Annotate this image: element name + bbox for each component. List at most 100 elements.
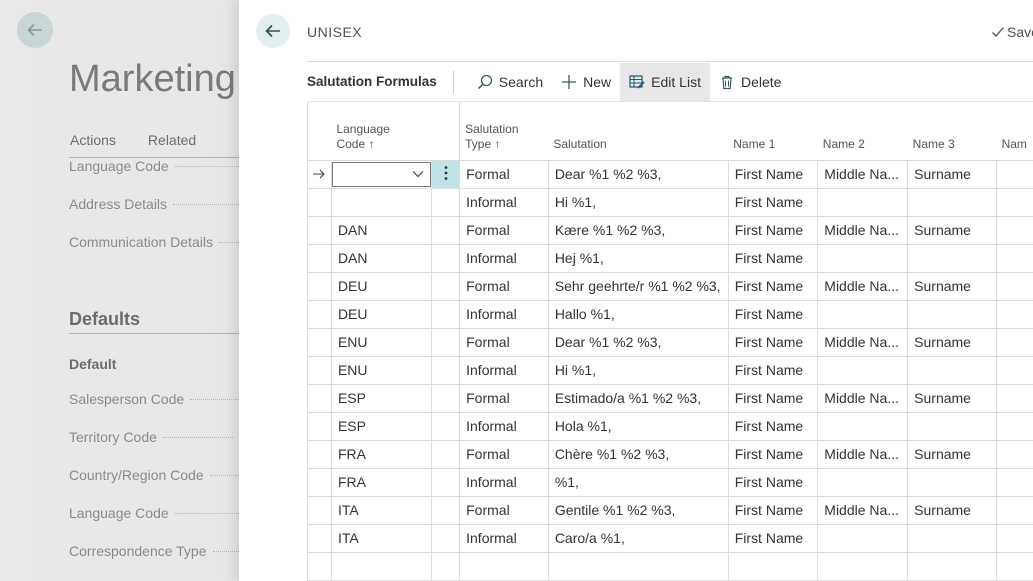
cell-salutation[interactable]: Dear %1 %2 %3, — [547, 159, 729, 188]
table-row[interactable]: FRA Formal Chère %1 %2 %3, First Name Mi… — [307, 439, 1033, 468]
cell-salutation-type[interactable]: Formal — [459, 383, 549, 412]
cell-menu[interactable] — [430, 551, 460, 581]
edit-list-button[interactable]: Edit List — [620, 63, 710, 101]
cell-menu[interactable] — [430, 439, 460, 468]
cell-name-3[interactable] — [907, 299, 997, 328]
cell-salutation[interactable]: Hej %1, — [547, 243, 729, 272]
cell-name-2[interactable] — [817, 187, 908, 216]
cell-name-2[interactable] — [817, 551, 908, 581]
cell-name-1[interactable]: First Name — [727, 467, 818, 496]
cell-menu[interactable] — [430, 411, 460, 440]
cell-salutation-type[interactable]: Informal — [459, 411, 549, 440]
cell-salutation-type[interactable]: Formal — [459, 495, 549, 524]
background-actions-menu[interactable]: Actions — [70, 132, 116, 148]
table-row[interactable]: ITA Formal Gentile %1 %2 %3, First Name … — [307, 495, 1033, 524]
cell-name-2[interactable] — [817, 299, 908, 328]
cell-salutation[interactable]: Dear %1 %2 %3, — [547, 327, 729, 356]
cell-language-code[interactable]: DEU — [330, 271, 432, 300]
cell-salutation[interactable]: Hola %1, — [547, 411, 729, 440]
header-name-3[interactable]: Name 3 — [908, 102, 997, 160]
new-button[interactable]: New — [552, 63, 620, 101]
cell-menu[interactable] — [430, 327, 460, 356]
cell-language-code[interactable]: DAN — [330, 243, 432, 272]
cell-name-3[interactable]: Surname — [907, 383, 997, 412]
cell-menu[interactable] — [430, 523, 460, 552]
cell-salutation-type[interactable]: Formal — [459, 271, 549, 300]
cell-language-code[interactable]: ESP — [330, 383, 432, 412]
cell-name-2[interactable] — [817, 411, 908, 440]
cell-salutation-type[interactable]: Informal — [459, 243, 549, 272]
table-row[interactable]: ESP Formal Estimado/a %1 %2 %3, First Na… — [307, 383, 1033, 412]
language-code-select[interactable] — [330, 159, 432, 188]
cell-salutation-type[interactable]: Formal — [459, 159, 549, 188]
cell-salutation-type[interactable]: Informal — [459, 355, 549, 384]
cell-language-code[interactable]: FRA — [330, 439, 432, 468]
table-row[interactable]: Informal Hi %1, First Name — [307, 187, 1033, 216]
cell-name-1[interactable]: First Name — [727, 355, 818, 384]
cell-salutation[interactable]: Gentile %1 %2 %3, — [547, 495, 729, 524]
cell-name-2[interactable] — [817, 355, 908, 384]
table-row[interactable]: DEU Informal Hallo %1, First Name — [307, 299, 1033, 328]
cell-language-code[interactable]: ENU — [330, 327, 432, 356]
cell-salutation[interactable]: Hallo %1, — [547, 299, 729, 328]
header-name-1[interactable]: Name 1 — [728, 102, 818, 160]
table-row[interactable]: DEU Formal Sehr geehrte/r %1 %2 %3, Firs… — [307, 271, 1033, 300]
cell-menu[interactable] — [430, 383, 460, 412]
cell-name-4[interactable] — [996, 299, 1033, 328]
cell-name-3[interactable]: Surname — [907, 271, 997, 300]
cell-name-1[interactable]: First Name — [727, 243, 818, 272]
table-row[interactable]: ENU Informal Hi %1, First Name — [307, 355, 1033, 384]
cell-name-1[interactable]: First Name — [727, 523, 818, 552]
cell-name-3[interactable] — [907, 551, 997, 581]
cell-name-4[interactable] — [996, 551, 1033, 581]
cell-name-4[interactable] — [996, 411, 1033, 440]
cell-name-3[interactable]: Surname — [907, 439, 997, 468]
cell-name-4[interactable] — [996, 243, 1033, 272]
cell-salutation[interactable] — [547, 551, 729, 581]
cell-salutation[interactable]: Estimado/a %1 %2 %3, — [547, 383, 729, 412]
header-salutation[interactable]: Salutation — [548, 102, 728, 160]
table-row[interactable]: ENU Formal Dear %1 %2 %3, First Name Mid… — [307, 327, 1033, 356]
cell-menu[interactable] — [430, 495, 460, 524]
cell-name-3[interactable] — [907, 467, 997, 496]
header-name-4[interactable]: Nam — [997, 102, 1033, 160]
cell-name-2[interactable] — [817, 243, 908, 272]
cell-name-4[interactable] — [996, 271, 1033, 300]
cell-name-1[interactable]: First Name — [727, 495, 818, 524]
cell-name-4[interactable] — [996, 187, 1033, 216]
cell-name-1[interactable]: First Name — [727, 215, 818, 244]
background-back-button[interactable] — [17, 12, 53, 48]
cell-salutation-type[interactable]: Informal — [459, 299, 549, 328]
table-row[interactable]: FRA Informal %1, First Name — [307, 467, 1033, 496]
cell-language-code[interactable]: ITA — [330, 523, 432, 552]
language-code-dropdown[interactable] — [332, 161, 431, 187]
cell-name-2[interactable]: Middle Na... — [817, 215, 908, 244]
cell-salutation-type[interactable]: Formal — [459, 439, 549, 468]
cell-name-1[interactable]: First Name — [727, 159, 818, 188]
cell-salutation-type[interactable]: Informal — [459, 187, 549, 216]
cell-name-2[interactable]: Middle Na... — [817, 495, 908, 524]
cell-name-4[interactable] — [996, 355, 1033, 384]
cell-name-1[interactable]: First Name — [727, 299, 818, 328]
cell-name-4[interactable] — [996, 215, 1033, 244]
table-row[interactable]: ESP Informal Hola %1, First Name — [307, 411, 1033, 440]
cell-name-4[interactable] — [996, 467, 1033, 496]
cell-menu[interactable] — [430, 299, 460, 328]
cell-salutation-type[interactable]: Formal — [459, 327, 549, 356]
cell-name-3[interactable]: Surname — [907, 327, 997, 356]
cell-name-2[interactable]: Middle Na... — [817, 271, 908, 300]
cell-name-3[interactable] — [907, 411, 997, 440]
header-name-2[interactable]: Name 2 — [818, 102, 908, 160]
cell-name-4[interactable] — [996, 159, 1033, 188]
cell-name-2[interactable]: Middle Na... — [817, 439, 908, 468]
cell-name-4[interactable] — [996, 327, 1033, 356]
cell-language-code[interactable]: DEU — [330, 299, 432, 328]
table-row[interactable]: DAN Formal Kære %1 %2 %3, First Name Mid… — [307, 215, 1033, 244]
cell-salutation[interactable]: Sehr geehrte/r %1 %2 %3, — [547, 271, 729, 300]
cell-language-code[interactable]: ITA — [330, 495, 432, 524]
cell-name-3[interactable]: Surname — [907, 215, 997, 244]
row-menu-button[interactable] — [430, 159, 460, 188]
cell-name-3[interactable] — [907, 243, 997, 272]
cell-name-3[interactable] — [907, 523, 997, 552]
background-related-menu[interactable]: Related — [148, 132, 196, 148]
